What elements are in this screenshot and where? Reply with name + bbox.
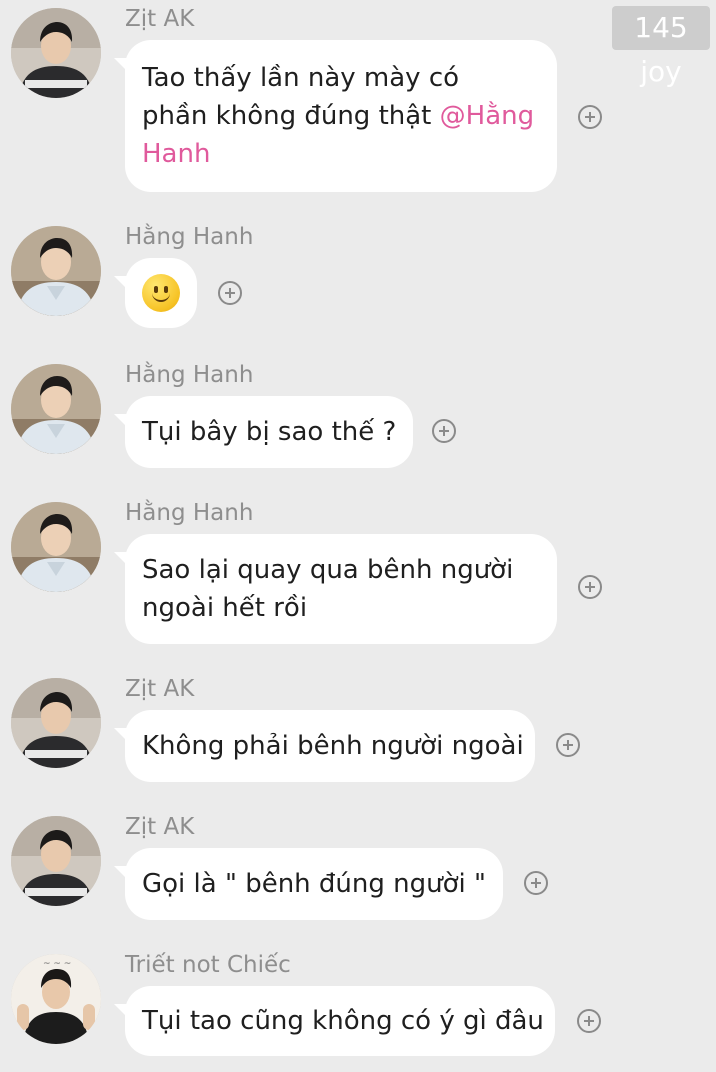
- message-text-line: Tao thấy lần này mày có: [142, 63, 460, 93]
- message-text-line: phần không đúng thật: [142, 101, 440, 131]
- sender-name: Zịt AK: [125, 676, 195, 702]
- message-bubble[interactable]: Sao lại quay qua bênh người ngoài hết rồ…: [114, 534, 557, 644]
- message-text-line: Không phải bênh người ngoài: [142, 731, 524, 761]
- message-bubble[interactable]: Gọi là " bênh đúng người ": [114, 848, 503, 920]
- add-reaction-icon[interactable]: [432, 419, 456, 443]
- add-reaction-icon[interactable]: [524, 871, 548, 895]
- add-reaction-icon[interactable]: [556, 733, 580, 757]
- add-reaction-icon[interactable]: [578, 105, 602, 129]
- message-text-line: Tụi tao cũng không có ý gì đâu: [142, 1006, 544, 1036]
- message-text-line: ngoài hết rồi: [142, 593, 308, 623]
- add-reaction-icon[interactable]: [577, 1009, 601, 1033]
- mention-link[interactable]: Hanh: [142, 135, 540, 173]
- message-bubble[interactable]: Tao thấy lần này mày có phần không đúng …: [114, 40, 557, 192]
- hang-hanh-avatar[interactable]: [11, 364, 101, 454]
- message-bubble[interactable]: Tụi bây bị sao thế ?: [114, 396, 413, 468]
- message-bubble[interactable]: Tụi tao cũng không có ý gì đâu: [114, 986, 555, 1056]
- sender-name: Hằng Hanh: [125, 224, 254, 250]
- add-reaction-icon[interactable]: [218, 281, 242, 305]
- sender-name: Zịt AK: [125, 814, 195, 840]
- sender-name: Hằng Hanh: [125, 362, 254, 388]
- hang-hanh-avatar[interactable]: [11, 226, 101, 316]
- sender-name: Hằng Hanh: [125, 500, 254, 526]
- message-bubble[interactable]: Không phải bênh người ngoài: [114, 710, 535, 782]
- zit-ak-avatar[interactable]: [11, 8, 101, 98]
- add-reaction-icon[interactable]: [578, 575, 602, 599]
- mention-link[interactable]: @Hằng: [440, 101, 534, 131]
- message-text-line: Sao lại quay qua bênh người: [142, 555, 514, 585]
- slightly-smiling-face-emoji: [142, 274, 180, 312]
- hang-hanh-avatar[interactable]: [11, 502, 101, 592]
- triet-avatar[interactable]: [11, 954, 101, 1044]
- message-text-line: Tụi bây bị sao thế ?: [142, 417, 397, 447]
- sender-name: Triết not Chiếc: [125, 952, 291, 978]
- message-text-line: Gọi là " bênh đúng người ": [142, 869, 486, 899]
- watermark-label: 145 joy: [612, 6, 710, 88]
- sender-name: Zịt AK: [125, 6, 195, 32]
- zit-ak-avatar[interactable]: [11, 816, 101, 906]
- message-bubble[interactable]: [114, 258, 197, 328]
- zit-ak-avatar[interactable]: [11, 678, 101, 768]
